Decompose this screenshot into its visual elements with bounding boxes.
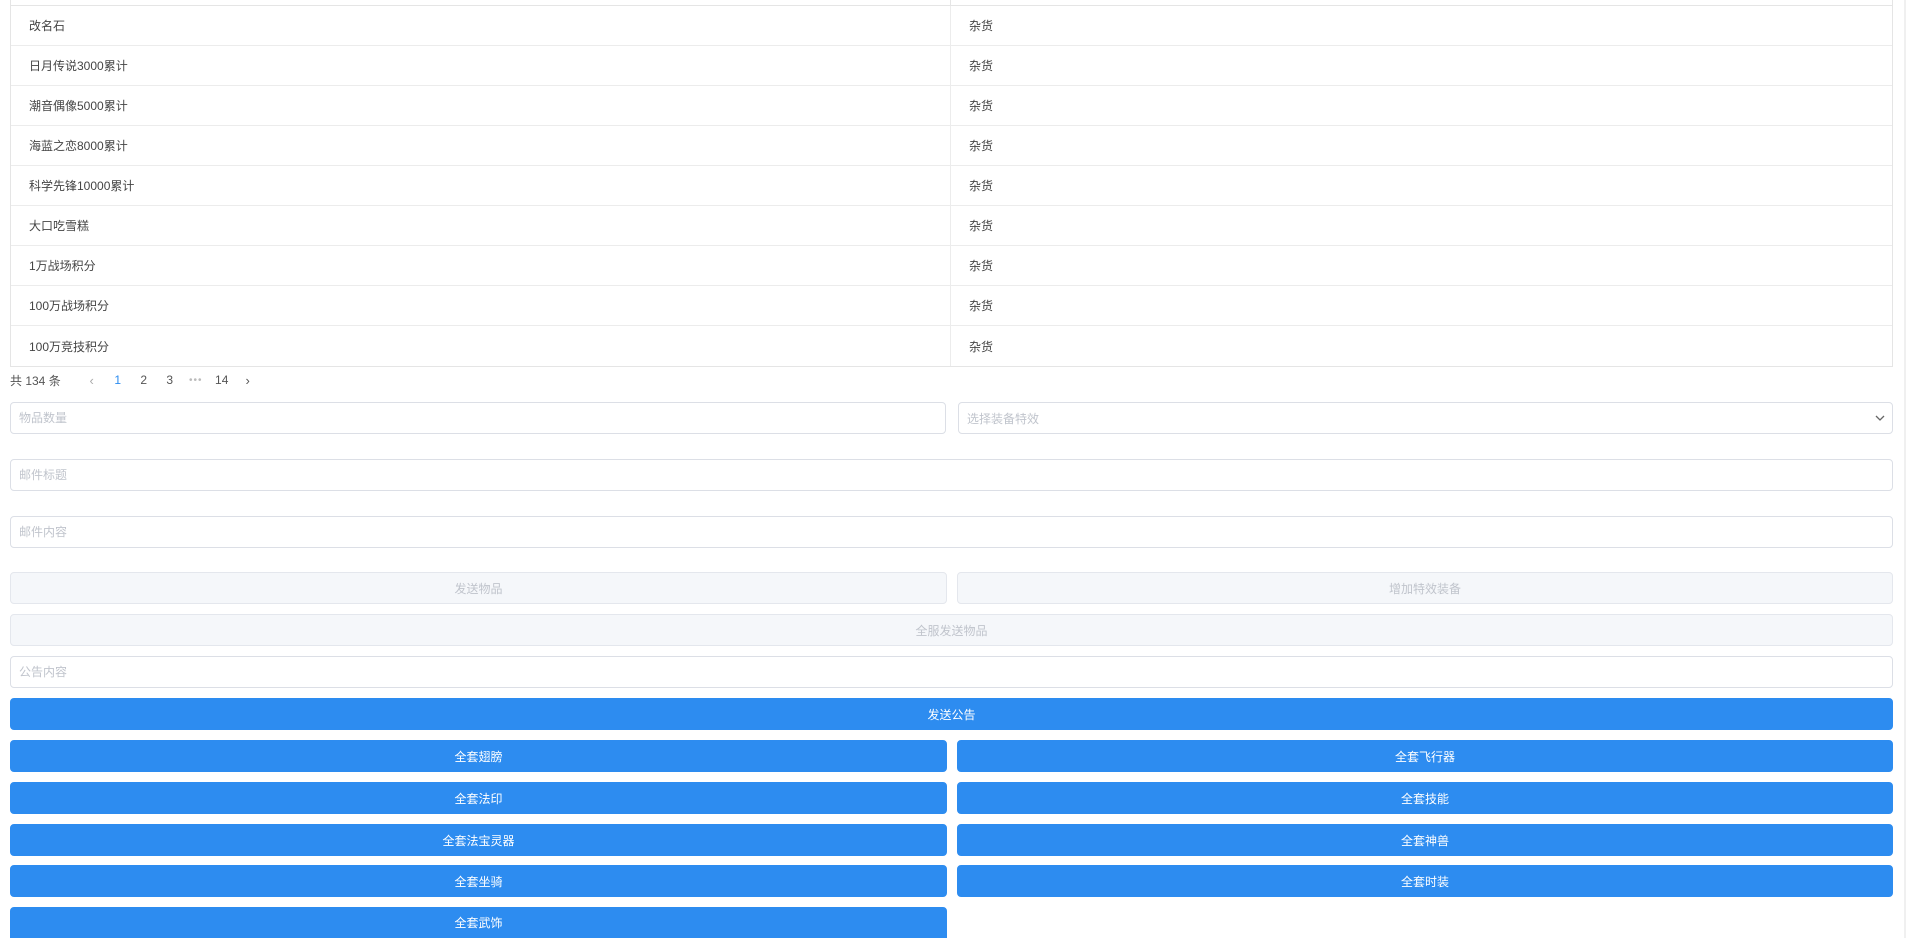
item-name-cell: 海蓝之恋8000累计: [11, 126, 951, 165]
pagination-total: 共 134 条: [10, 373, 61, 388]
pagination-page-2[interactable]: 2: [131, 373, 157, 387]
quantity-input[interactable]: [11, 403, 945, 433]
item-name-cell: 100万竞技积分: [11, 326, 951, 366]
pagination-page-3[interactable]: 3: [157, 373, 183, 387]
item-type-cell: 杂货: [969, 299, 994, 313]
set-skills-button[interactable]: 全套技能: [957, 782, 1893, 814]
item-name-cell: 1万战场积分: [11, 246, 951, 285]
mail-title-field: [10, 459, 1893, 491]
table-row[interactable]: 科学先锋10000累计 杂货: [11, 166, 1892, 206]
item-name-cell: 潮音偶像5000累计: [11, 86, 951, 125]
item-type-cell: 杂货: [969, 139, 994, 153]
set-aircraft-button[interactable]: 全套飞行器: [957, 740, 1893, 772]
set-weapon-deco-button[interactable]: 全套武饰: [10, 907, 947, 938]
set-spirit-button[interactable]: 全套法宝灵器: [10, 824, 947, 856]
pagination-page-1[interactable]: 1: [105, 373, 131, 387]
item-type-cell: 杂货: [969, 259, 994, 273]
gm-panel: 改名石 杂货 日月传说3000累计 杂货 潮音偶像5000累计 杂货 海蓝之恋8000累计杂…: [0, 0, 1906, 938]
item-type-cell: 杂货: [969, 339, 994, 354]
table-row[interactable]: 潮音偶像5000累计 杂货: [11, 86, 1892, 126]
table-row[interactable]: 大口吃雪糕 杂货: [11, 206, 1892, 246]
effect-select-placeholder: 选择装备特效: [967, 411, 1040, 426]
pagination-next-icon[interactable]: ›: [235, 373, 261, 388]
quantity-field: [10, 402, 946, 434]
table-row[interactable]: 100万战场积分 杂货: [11, 286, 1892, 326]
mail-content-field: [10, 516, 1893, 548]
item-type-cell: 杂货: [969, 19, 994, 33]
table-row[interactable]: 海蓝之恋8000累计 杂货: [11, 126, 1892, 166]
set-seal-button[interactable]: 全套法印: [10, 782, 947, 814]
mail-title-input[interactable]: [11, 460, 1892, 490]
table-row[interactable]: 1万战场积分 杂货: [11, 246, 1892, 286]
item-name-cell: 科学先锋10000累计: [11, 166, 951, 205]
pagination-ellipsis[interactable]: •••: [183, 375, 209, 386]
pagination: 共 134 条 ‹ 1 2 3 ••• 14 ›: [10, 368, 261, 392]
set-beast-button[interactable]: 全套神兽: [957, 824, 1893, 856]
pagination-prev-icon[interactable]: ‹: [79, 373, 105, 388]
item-type-cell: 杂货: [969, 219, 994, 233]
item-type-cell: 杂货: [969, 59, 994, 73]
item-name-cell: 改名石: [11, 6, 951, 45]
table-body: 改名石 杂货 日月传说3000累计 杂货 潮音偶像5000累计 杂货 海蓝之恋8000累计杂…: [11, 6, 1892, 366]
send-announcement-button[interactable]: 发送公告: [10, 698, 1893, 730]
item-name-cell: 大口吃雪糕: [11, 206, 951, 245]
table-row[interactable]: 100万竞技积分 杂货: [11, 326, 1892, 366]
pagination-page-last[interactable]: 14: [209, 373, 235, 387]
effect-select[interactable]: 选择装备特效: [958, 402, 1893, 434]
item-name-cell: 日月传说3000累计: [11, 46, 951, 85]
add-effect-equip-button[interactable]: 增加特效装备: [957, 572, 1893, 604]
set-mount-button[interactable]: 全套坐骑: [10, 865, 947, 897]
item-name-cell: 100万战场积分: [11, 286, 951, 325]
table-row[interactable]: 日月传说3000累计 杂货: [11, 46, 1892, 86]
item-table: 改名石 杂货 日月传说3000累计 杂货 潮音偶像5000累计 杂货 海蓝之恋8000累计杂…: [10, 0, 1893, 367]
send-item-button[interactable]: 发送物品: [10, 572, 947, 604]
item-type-cell: 杂货: [969, 179, 994, 193]
set-wings-button[interactable]: 全套翅膀: [10, 740, 947, 772]
send-all-server-button[interactable]: 全服发送物品: [10, 614, 1893, 646]
item-type-cell: 杂货: [969, 99, 994, 113]
chevron-down-icon: [1868, 412, 1892, 424]
mail-content-input[interactable]: [11, 517, 1892, 547]
announcement-field: [10, 656, 1893, 688]
set-fashion-button[interactable]: 全套时装: [957, 865, 1893, 897]
announcement-input[interactable]: [11, 657, 1892, 687]
table-row[interactable]: 改名石 杂货: [11, 6, 1892, 46]
